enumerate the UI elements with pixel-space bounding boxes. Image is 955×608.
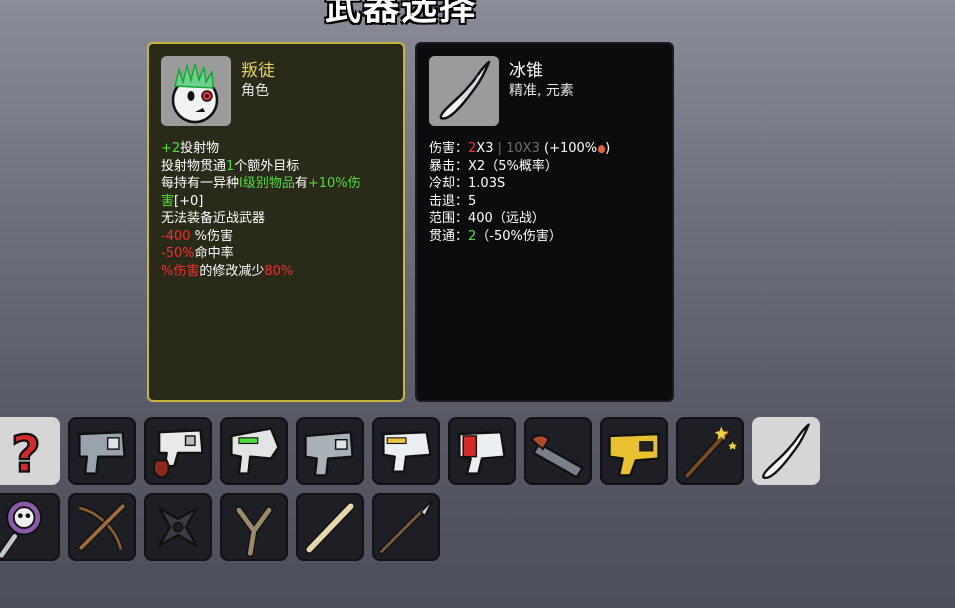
text-segment: %伤害 — [161, 263, 200, 279]
rocket-launcher-icon — [458, 431, 506, 475]
text-segment: %伤害 — [190, 228, 234, 244]
icicle-icon — [429, 56, 499, 126]
text-segment: 80% — [264, 263, 294, 279]
stat-row: 冷却：1.03S — [429, 175, 664, 193]
description-line: 投射物贯通1个额外目标 — [161, 158, 391, 176]
shotgun-icon — [530, 434, 584, 479]
weapon-slot-shuriken[interactable] — [144, 493, 212, 561]
text-segment: 贯通： — [429, 228, 469, 244]
text-segment: X2（5%概率） — [468, 158, 558, 174]
random-icon: ? — [10, 424, 42, 483]
text-segment: +2 — [161, 141, 181, 156]
text-segment: 投射物贯通 — [161, 158, 227, 174]
text-segment: 每持有一异种 — [161, 176, 240, 191]
description-line: 无法装备近战武器 — [161, 210, 391, 228]
weapon-slot-skull-staff[interactable] — [0, 493, 60, 561]
text-segment: 5 — [468, 193, 477, 209]
text-segment: -50% — [161, 246, 195, 261]
flame-pistol-icon — [153, 429, 204, 479]
weapon-slot-slingshot[interactable] — [220, 493, 288, 561]
blaster-icon — [230, 427, 280, 475]
weapon-slot-flute[interactable] — [296, 493, 364, 561]
text-segment: | 10X3 — [493, 141, 540, 156]
weapon-slot-icicle[interactable] — [752, 417, 820, 485]
crossbow-icon — [78, 503, 126, 551]
character-portrait — [161, 56, 231, 126]
text-segment: 有 — [294, 176, 308, 191]
screen-title: 武器选择 — [325, 0, 478, 28]
weapon-slot-rocket-launcher[interactable] — [448, 417, 516, 485]
description-line: +2投射物 — [161, 140, 391, 158]
text-segment: 范围： — [429, 211, 469, 226]
text-segment: 暴击： — [429, 158, 469, 174]
weapon-slot-crossbow[interactable] — [68, 493, 136, 561]
stat-row: 击退：5 — [429, 193, 664, 211]
weapon-slot-spear[interactable] — [372, 493, 440, 561]
text-segment: 无法装备近战武器 — [161, 211, 266, 226]
text-segment: 命中率 — [194, 246, 234, 261]
weapon-slot-blaster[interactable] — [220, 417, 288, 485]
character-card: 叛徒 角色 +2投射物 投射物贯通1个额外目标 每持有一异种I级别物品有+10%伤害… — [147, 42, 405, 402]
slingshot-icon — [235, 506, 273, 558]
text-segment: I级别物品 — [239, 176, 295, 191]
text-segment: 400（远战） — [468, 211, 545, 226]
weapon-slot-flame-pistol[interactable] — [144, 417, 212, 485]
weapon-portrait — [429, 56, 499, 126]
text-segment: +10%伤 — [307, 176, 361, 191]
weapon-slot-taser[interactable] — [600, 417, 668, 485]
character-description: +2投射物 投射物贯通1个额外目标 每持有一异种I级别物品有+10%伤 害[+0] 无法… — [161, 140, 391, 280]
description-line: %伤害的修改减少80% — [161, 263, 391, 281]
text-segment: 1.03S — [468, 176, 506, 191]
text-segment: 的修改减少 — [199, 263, 265, 279]
text-segment: ) — [605, 141, 611, 156]
stat-row: 范围：400（远战） — [429, 210, 664, 228]
text-segment: 害 — [161, 193, 175, 209]
traitor-face-icon — [161, 56, 231, 126]
stat-row: 伤害：2X3 | 10X3 (+100%) — [429, 140, 664, 158]
text-segment: 击退： — [429, 193, 469, 209]
taser-icon — [608, 432, 660, 477]
svg-text:?: ? — [11, 425, 40, 483]
text-segment: 投射物 — [180, 141, 220, 156]
weapon-stats: 伤害：2X3 | 10X3 (+100%) 暴击：X2（5%概率） 冷却：1.03S… — [429, 140, 664, 245]
stat-row: 贯通：2（-50%伤害） — [429, 228, 664, 246]
text-segment: (+100% — [539, 141, 598, 156]
description-line: -50%命中率 — [161, 245, 391, 263]
weapon-slot-pistol[interactable] — [68, 417, 136, 485]
description-line: 害[+0] — [161, 193, 391, 211]
flute-icon — [305, 502, 355, 554]
shuriken-icon — [158, 507, 198, 547]
weapon-name: 冰锥 — [509, 61, 543, 81]
spear-icon — [378, 500, 433, 555]
text-segment: （-50%伤害） — [476, 228, 562, 244]
weapon-tags: 精准, 元素 — [509, 83, 574, 99]
text-segment: X3 — [476, 141, 494, 156]
skull-staff-icon — [0, 499, 42, 559]
gatling-pistol-icon — [304, 431, 354, 477]
character-name: 叛徒 — [241, 61, 275, 81]
weapon-slot-random[interactable]: ? — [0, 417, 60, 485]
weapon-slot-gatling-pistol[interactable] — [296, 417, 364, 485]
text-segment: 伤害： — [429, 141, 469, 156]
icicle-icon — [762, 423, 810, 479]
text-segment: [+0] — [174, 193, 204, 209]
stat-row: 暴击：X2（5%概率） — [429, 158, 664, 176]
text-segment: 冷却： — [429, 176, 469, 191]
text-segment: -400 — [161, 228, 191, 244]
magic-wand-icon — [684, 426, 737, 479]
description-line: -400 %伤害 — [161, 228, 391, 246]
pistol-icon — [78, 431, 126, 475]
weapon-card: 冰锥 精准, 元素 伤害：2X3 | 10X3 (+100%) 暴击：X2（5%概… — [415, 42, 674, 402]
weapon-slot-laser-gun[interactable] — [372, 417, 440, 485]
laser-gun-icon — [382, 431, 432, 473]
character-type: 角色 — [241, 83, 269, 99]
text-segment: 个额外目标 — [234, 158, 300, 174]
description-line: 每持有一异种I级别物品有+10%伤 — [161, 175, 391, 193]
weapon-slot-shotgun[interactable] — [524, 417, 592, 485]
weapon-slot-magic-wand[interactable] — [676, 417, 744, 485]
